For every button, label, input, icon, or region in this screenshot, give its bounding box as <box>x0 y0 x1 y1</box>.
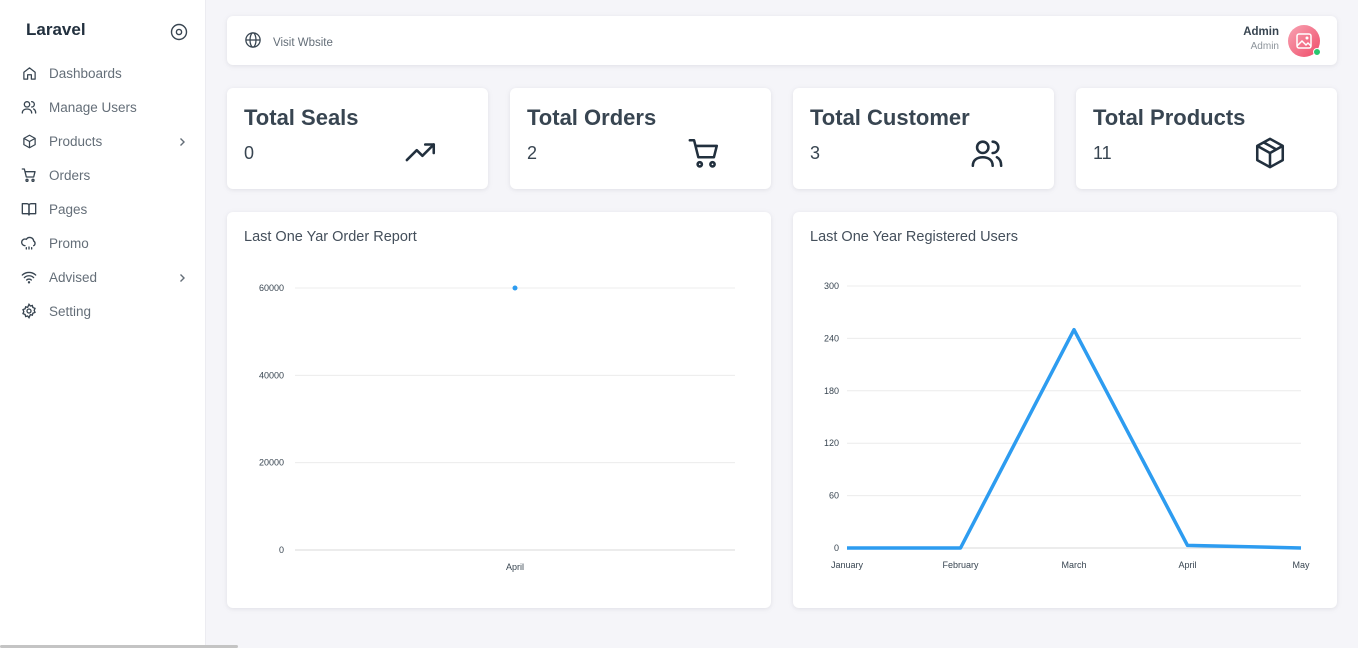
x-tick-label: January <box>831 560 864 570</box>
stat-title: Total Orders <box>527 105 657 130</box>
y-tick-label: 240 <box>824 333 839 343</box>
users-icon <box>21 99 37 115</box>
sidebar-menu: Dashboards Manage Users Products Orders … <box>0 56 206 328</box>
sidebar-item-pages[interactable]: Pages <box>0 192 206 226</box>
user-info[interactable]: Admin Admin <box>1243 26 1279 52</box>
x-tick-label: May <box>1292 560 1310 570</box>
user-name: Admin <box>1243 26 1279 38</box>
y-tick-label: 300 <box>824 281 839 291</box>
x-tick-label: February <box>942 560 979 570</box>
sidebar-item-orders[interactable]: Orders <box>0 158 206 192</box>
top-navbar: Visit Wbsite Admin Admin <box>227 16 1337 65</box>
series-line <box>847 327 1302 550</box>
sidebar-item-label: Dashboards <box>49 65 122 81</box>
stat-value: 3 <box>810 143 821 163</box>
y-tick-label: 120 <box>824 438 839 448</box>
sidebar-item-dashboards[interactable]: Dashboards <box>0 56 206 90</box>
wifi-icon <box>21 269 37 285</box>
stat-value: 2 <box>527 143 538 163</box>
stat-card-total-products: Total Products 11 <box>1076 88 1337 189</box>
sidebar-item-products[interactable]: Products <box>0 124 206 158</box>
sidebar-item-label: Pages <box>49 201 88 217</box>
sidebar-item-label: Orders <box>49 167 91 183</box>
sidebar-item-label: Advised <box>49 269 98 285</box>
registered-users-chart: 0 60 120 180 240 300 January February March April… <box>824 281 1310 570</box>
chevron-right-icon <box>176 135 188 147</box>
stat-title: Total Seals <box>244 105 359 130</box>
order-report-chart-card: Last One Yar Order Report 0 20000 40000 600… <box>227 212 771 608</box>
avatar[interactable] <box>1288 25 1321 57</box>
cart-icon <box>687 136 721 170</box>
box-icon <box>1253 136 1287 170</box>
stat-value: 11 <box>1093 143 1112 163</box>
sidebar-item-label: Setting <box>49 303 92 319</box>
x-tick-label: April <box>1178 560 1196 570</box>
x-tick-label: April <box>506 562 524 572</box>
registered-users-chart-card: Last One Year Registered Users 0 60 120 180… <box>793 212 1337 608</box>
trending-up-icon <box>404 136 438 170</box>
gear-icon <box>21 303 37 319</box>
stat-value: 0 <box>244 143 255 163</box>
y-tick-label: 20000 <box>259 458 284 468</box>
home-icon <box>21 65 37 81</box>
globe-icon <box>244 31 262 54</box>
y-tick-label: 40000 <box>259 370 284 380</box>
stat-title: Total Products <box>1093 105 1246 130</box>
sidebar-item-promo[interactable]: Promo <box>0 226 206 260</box>
sidebar-item-manage-users[interactable]: Manage Users <box>0 90 206 124</box>
stat-card-total-orders: Total Orders 2 <box>510 88 771 189</box>
visit-website-link[interactable]: Visit Wbsite <box>244 31 333 54</box>
visit-website-label: Visit Wbsite <box>273 36 333 49</box>
box-icon <box>21 133 37 149</box>
sidebar-item-label: Promo <box>49 235 89 251</box>
y-tick-label: 180 <box>824 386 839 396</box>
order-report-chart: 0 20000 40000 60000 April <box>259 283 735 572</box>
y-tick-label: 60 <box>829 491 839 501</box>
sidebar-item-advised[interactable]: Advised <box>0 260 206 294</box>
y-tick-label: 0 <box>834 543 839 553</box>
data-point <box>512 285 518 291</box>
user-role: Admin <box>1250 41 1279 52</box>
sidebar: Laravel Dashboards Manage Users Products… <box>0 0 238 648</box>
cloud-rain-icon <box>21 235 37 251</box>
cart-icon <box>21 167 37 183</box>
brand-name[interactable]: Laravel <box>26 20 86 40</box>
stat-title: Total Customer <box>810 105 970 130</box>
book-icon <box>21 201 37 217</box>
chevron-right-icon <box>176 271 188 283</box>
sidebar-item-label: Manage Users <box>49 99 137 115</box>
sidebar-item-setting[interactable]: Setting <box>0 294 206 328</box>
online-status-indicator <box>1313 48 1321 56</box>
stat-card-total-seals: Total Seals 0 <box>227 88 488 189</box>
sidebar-toggle-icon[interactable] <box>170 23 188 41</box>
users-icon <box>970 136 1004 170</box>
x-tick-label: March <box>1061 560 1086 570</box>
y-tick-label: 60000 <box>259 283 284 293</box>
stat-card-total-customer: Total Customer 3 <box>793 88 1054 189</box>
sidebar-item-label: Products <box>49 133 103 149</box>
y-tick-label: 0 <box>279 545 284 555</box>
